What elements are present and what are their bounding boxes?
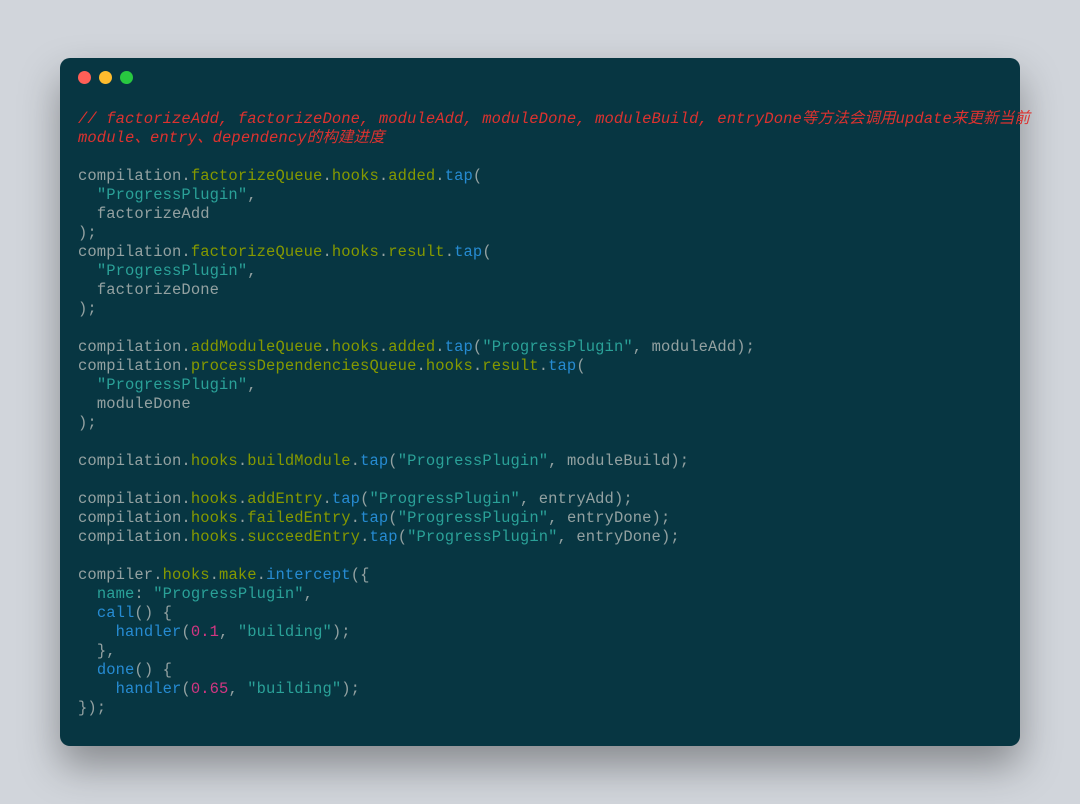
window-titlebar (60, 58, 1020, 96)
zoom-icon[interactable] (120, 71, 133, 84)
code-comment: // factorizeAdd, factorizeDone, moduleAd… (78, 110, 1030, 147)
minimize-icon[interactable] (99, 71, 112, 84)
code-window: // factorizeAdd, factorizeDone, moduleAd… (60, 58, 1020, 746)
code-block: // factorizeAdd, factorizeDone, moduleAd… (60, 96, 1020, 736)
close-icon[interactable] (78, 71, 91, 84)
